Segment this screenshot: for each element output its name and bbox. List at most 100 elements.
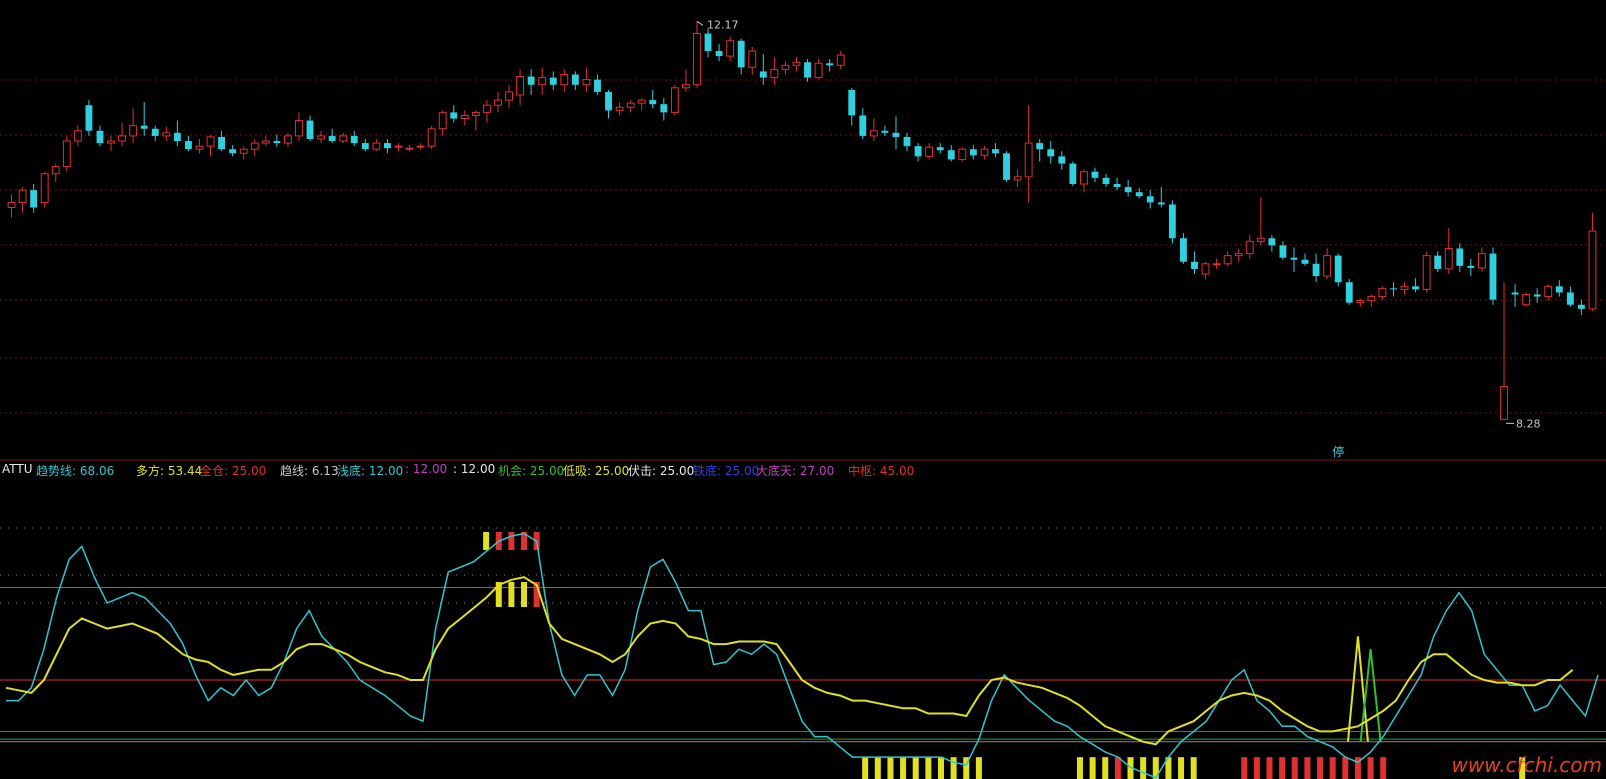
candle-body	[471, 111, 480, 116]
watermark: www.cfchi.com	[1451, 753, 1603, 777]
candle-body	[759, 71, 767, 78]
candle-body	[1477, 253, 1486, 269]
candle-body	[748, 50, 757, 68]
candle-body	[1058, 156, 1066, 164]
candle-body	[1400, 285, 1409, 290]
candle-body	[549, 77, 557, 85]
indicator-signal-bar	[937, 757, 944, 779]
candle-body	[516, 76, 525, 96]
legend-item: : 12.00	[453, 462, 496, 476]
legend-item: 低吸: 25.00	[563, 464, 630, 478]
candle-body	[96, 130, 104, 144]
candle-body	[582, 79, 591, 86]
candle-body	[770, 68, 779, 79]
candle-body	[914, 146, 922, 157]
candle-body	[737, 40, 745, 68]
candle-body	[1500, 386, 1508, 420]
candle-body	[317, 135, 326, 140]
candle-body	[992, 149, 999, 154]
candle-body	[261, 140, 270, 144]
candle-body	[18, 189, 27, 203]
candle-body	[1212, 263, 1221, 266]
candle-body	[1191, 261, 1198, 269]
legend-item: 多方: 53.44	[136, 464, 203, 478]
indicator-signal-bar	[1102, 757, 1109, 779]
candle-body	[1024, 142, 1033, 178]
candle-body	[1223, 255, 1232, 265]
indicator-signal-bar	[1190, 757, 1197, 779]
legend-item: 浅底: 12.00	[337, 464, 404, 478]
low-price-label: 8.28	[1516, 417, 1541, 430]
indicator-signal-bar	[1329, 757, 1336, 779]
candle-body	[1489, 253, 1497, 300]
candle-body	[626, 102, 635, 108]
candle-body	[1003, 153, 1010, 180]
candle-body	[30, 190, 38, 208]
candle-body	[693, 33, 701, 86]
indicator-signal-bar	[950, 757, 957, 779]
indicator-title: ATTU	[2, 462, 33, 476]
candle-body	[394, 145, 403, 148]
candle-body	[328, 135, 336, 142]
candle-body	[1157, 202, 1165, 205]
candle-body	[1113, 184, 1121, 188]
candle-body	[1279, 245, 1287, 258]
candle-body	[118, 135, 127, 142]
indicator-signal-bar	[1279, 757, 1286, 779]
candle-body	[1577, 304, 1585, 309]
candle-body	[1412, 286, 1420, 290]
legend-item: 中枢: 45.00	[848, 464, 915, 478]
candle-body	[239, 148, 248, 154]
indicator-signal-bar	[1367, 757, 1374, 779]
candle-body	[383, 143, 391, 149]
indicator-signal-bar	[1291, 757, 1298, 779]
candle-body	[660, 104, 668, 113]
legend-item: : 12.00	[405, 462, 448, 476]
candle-body	[1345, 282, 1353, 303]
candle-body	[460, 114, 469, 120]
candle-body	[1356, 300, 1365, 304]
candle-body	[1334, 255, 1342, 283]
indicator-signal-bar	[1342, 757, 1349, 779]
candle-body	[1013, 176, 1022, 181]
candle-body	[1290, 257, 1298, 260]
candle-body	[218, 136, 226, 150]
candle-body	[206, 136, 215, 147]
candle-body	[836, 54, 845, 66]
indicator-signal-bar	[1304, 757, 1311, 779]
candle-body	[704, 33, 712, 51]
legend-item: 趋线: 6.13	[280, 464, 339, 478]
candle-body	[1079, 171, 1088, 185]
candle-body	[482, 104, 491, 113]
candle-body	[140, 125, 148, 129]
candle-body	[605, 91, 612, 111]
candle-body	[350, 135, 358, 144]
candle-body	[892, 132, 900, 137]
candle-body	[1378, 287, 1387, 298]
indicator-signal-bar	[521, 582, 528, 607]
candle-body	[1102, 177, 1110, 184]
candle-body	[1566, 292, 1574, 305]
indicator-signal-bar	[900, 757, 907, 779]
candle-body	[1434, 255, 1442, 269]
candle-body	[1511, 292, 1519, 295]
candle-body	[947, 150, 955, 160]
candle-body	[859, 115, 867, 136]
indicator-signal-bar	[1380, 757, 1387, 779]
candle-body	[1179, 238, 1187, 262]
indicator-signal-bar	[483, 532, 490, 550]
candle-body	[1201, 263, 1210, 275]
indicator-signal-bar	[925, 757, 932, 779]
candle-body	[903, 136, 911, 147]
indicator-signal-bar	[508, 532, 515, 550]
indicator-legend: ATTU 趋势线: 68.06 多方: 53.44 全仓: 25.00 趋线: 6.13…	[0, 462, 1606, 478]
candle-body	[571, 74, 579, 85]
indicator-signal-bar	[1076, 757, 1083, 779]
candle-body	[1555, 286, 1563, 293]
candle-body	[1533, 294, 1541, 297]
candle-body	[1069, 163, 1077, 184]
candle-body	[969, 149, 977, 156]
candle-body	[615, 106, 624, 111]
indicator-signal-bar	[1114, 757, 1121, 779]
candle-body	[40, 173, 49, 203]
